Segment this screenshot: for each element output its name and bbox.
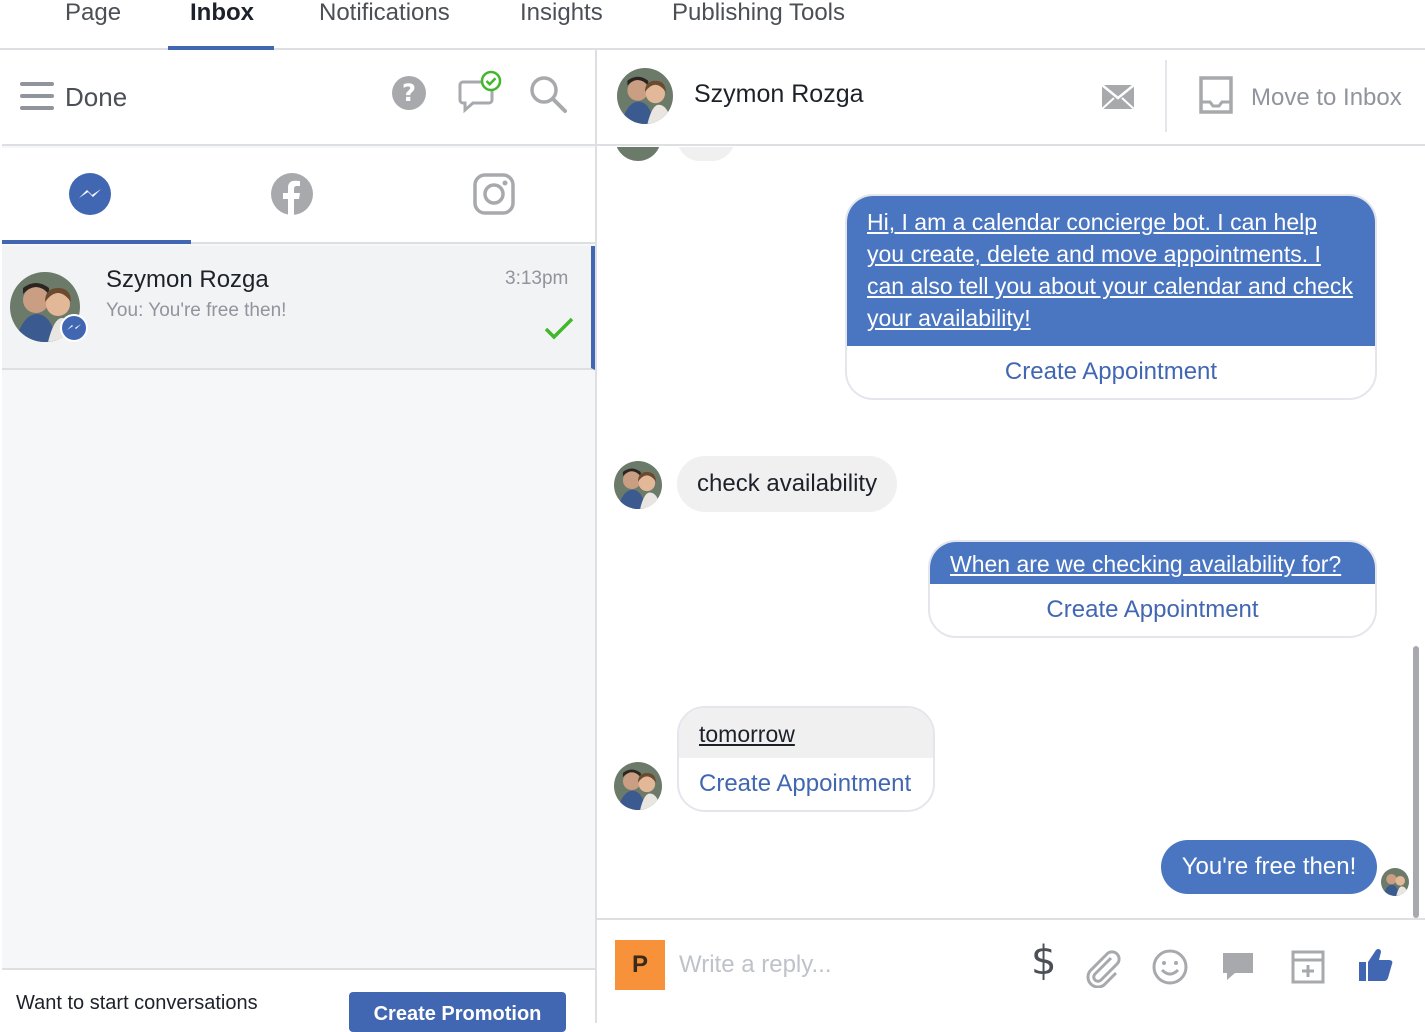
create-promotion-button[interactable]: Create Promotion [349, 992, 566, 1032]
incoming-message: check availability [677, 456, 898, 512]
create-appointment-button[interactable]: Create Appointment [679, 758, 933, 810]
incoming-card-message: tomorrow Create Appointment [677, 706, 935, 812]
help-icon[interactable]: ? [390, 74, 428, 112]
conversation-name: Szymon Rozga [106, 266, 269, 293]
move-to-inbox-button[interactable]: Move to Inbox [1251, 84, 1402, 112]
payment-icon[interactable]: $ [1031, 938, 1056, 984]
contact-avatar [614, 461, 662, 509]
reply-composer: P $ [597, 918, 1425, 1023]
conversation-list-panel: Done ? Szymon Rozga You: You're free the… [2, 50, 597, 1032]
mail-icon[interactable] [1101, 84, 1135, 110]
active-channel-indicator [2, 240, 191, 244]
reply-input[interactable] [677, 940, 1007, 990]
tab-publishing-tools[interactable]: Publishing Tools [672, 0, 845, 48]
inbox-tray-icon[interactable] [1197, 76, 1235, 116]
conversation-snippet: You: You're free then! [106, 300, 287, 321]
contact-name[interactable]: Szymon Rozga [694, 80, 864, 109]
search-icon[interactable] [528, 74, 568, 114]
tab-notifications[interactable]: Notifications [319, 0, 450, 48]
message-text: Hi, I am a calendar concierge bot. I can… [847, 196, 1375, 346]
instagram-icon[interactable] [472, 172, 516, 216]
seen-avatar [1381, 868, 1409, 896]
attachment-icon[interactable] [1081, 948, 1121, 988]
scrolled-avatar [615, 147, 661, 161]
tab-page[interactable]: Page [65, 0, 121, 48]
done-filter-label[interactable]: Done [65, 82, 127, 113]
footer-text: Want to start conversations [16, 992, 258, 1014]
emoji-icon[interactable] [1151, 948, 1189, 986]
svg-text:?: ? [402, 79, 416, 107]
message-text: When are we checking availability for? [930, 542, 1375, 584]
outgoing-message: You're free then! [1161, 840, 1377, 894]
add-template-icon[interactable] [1291, 950, 1325, 984]
menu-icon[interactable] [20, 82, 54, 112]
message-text: tomorrow [679, 708, 933, 758]
saved-reply-icon[interactable] [1221, 950, 1255, 984]
conversation-thread: Szymon Rozga Move to Inbox Hi, I am a ca… [597, 50, 1425, 1023]
contact-avatar[interactable] [617, 68, 673, 124]
page-avatar: P [615, 940, 665, 990]
like-icon[interactable] [1357, 946, 1395, 984]
create-appointment-button[interactable]: Create Appointment [930, 584, 1375, 636]
scrolled-bubble [677, 147, 735, 161]
create-appointment-button[interactable]: Create Appointment [847, 346, 1375, 398]
channel-tabs [2, 148, 595, 244]
messenger-icon[interactable] [68, 172, 112, 216]
start-conversations-footer: Want to start conversations Create Promo… [2, 968, 595, 1032]
check-icon [544, 317, 574, 340]
chat-check-icon[interactable] [458, 70, 506, 114]
conversation-time: 3:13pm [505, 268, 569, 289]
outgoing-card-message: Hi, I am a calendar concierge bot. I can… [845, 194, 1377, 400]
facebook-icon[interactable] [270, 172, 314, 216]
list-toolbar: Done ? [2, 50, 595, 146]
top-navigation: Page Inbox Notifications Insights Publis… [0, 0, 1425, 50]
tab-insights[interactable]: Insights [520, 0, 603, 48]
header-divider [1165, 60, 1167, 132]
outgoing-card-message: When are we checking availability for? C… [928, 540, 1377, 638]
thread-scrollbar[interactable] [1413, 646, 1419, 918]
tab-inbox[interactable]: Inbox [168, 0, 274, 50]
thread-header: Szymon Rozga Move to Inbox [597, 50, 1425, 146]
conversation-list-item[interactable]: Szymon Rozga You: You're free then! 3:13… [2, 246, 595, 370]
contact-avatar [614, 762, 662, 810]
messenger-badge-icon [60, 314, 88, 342]
